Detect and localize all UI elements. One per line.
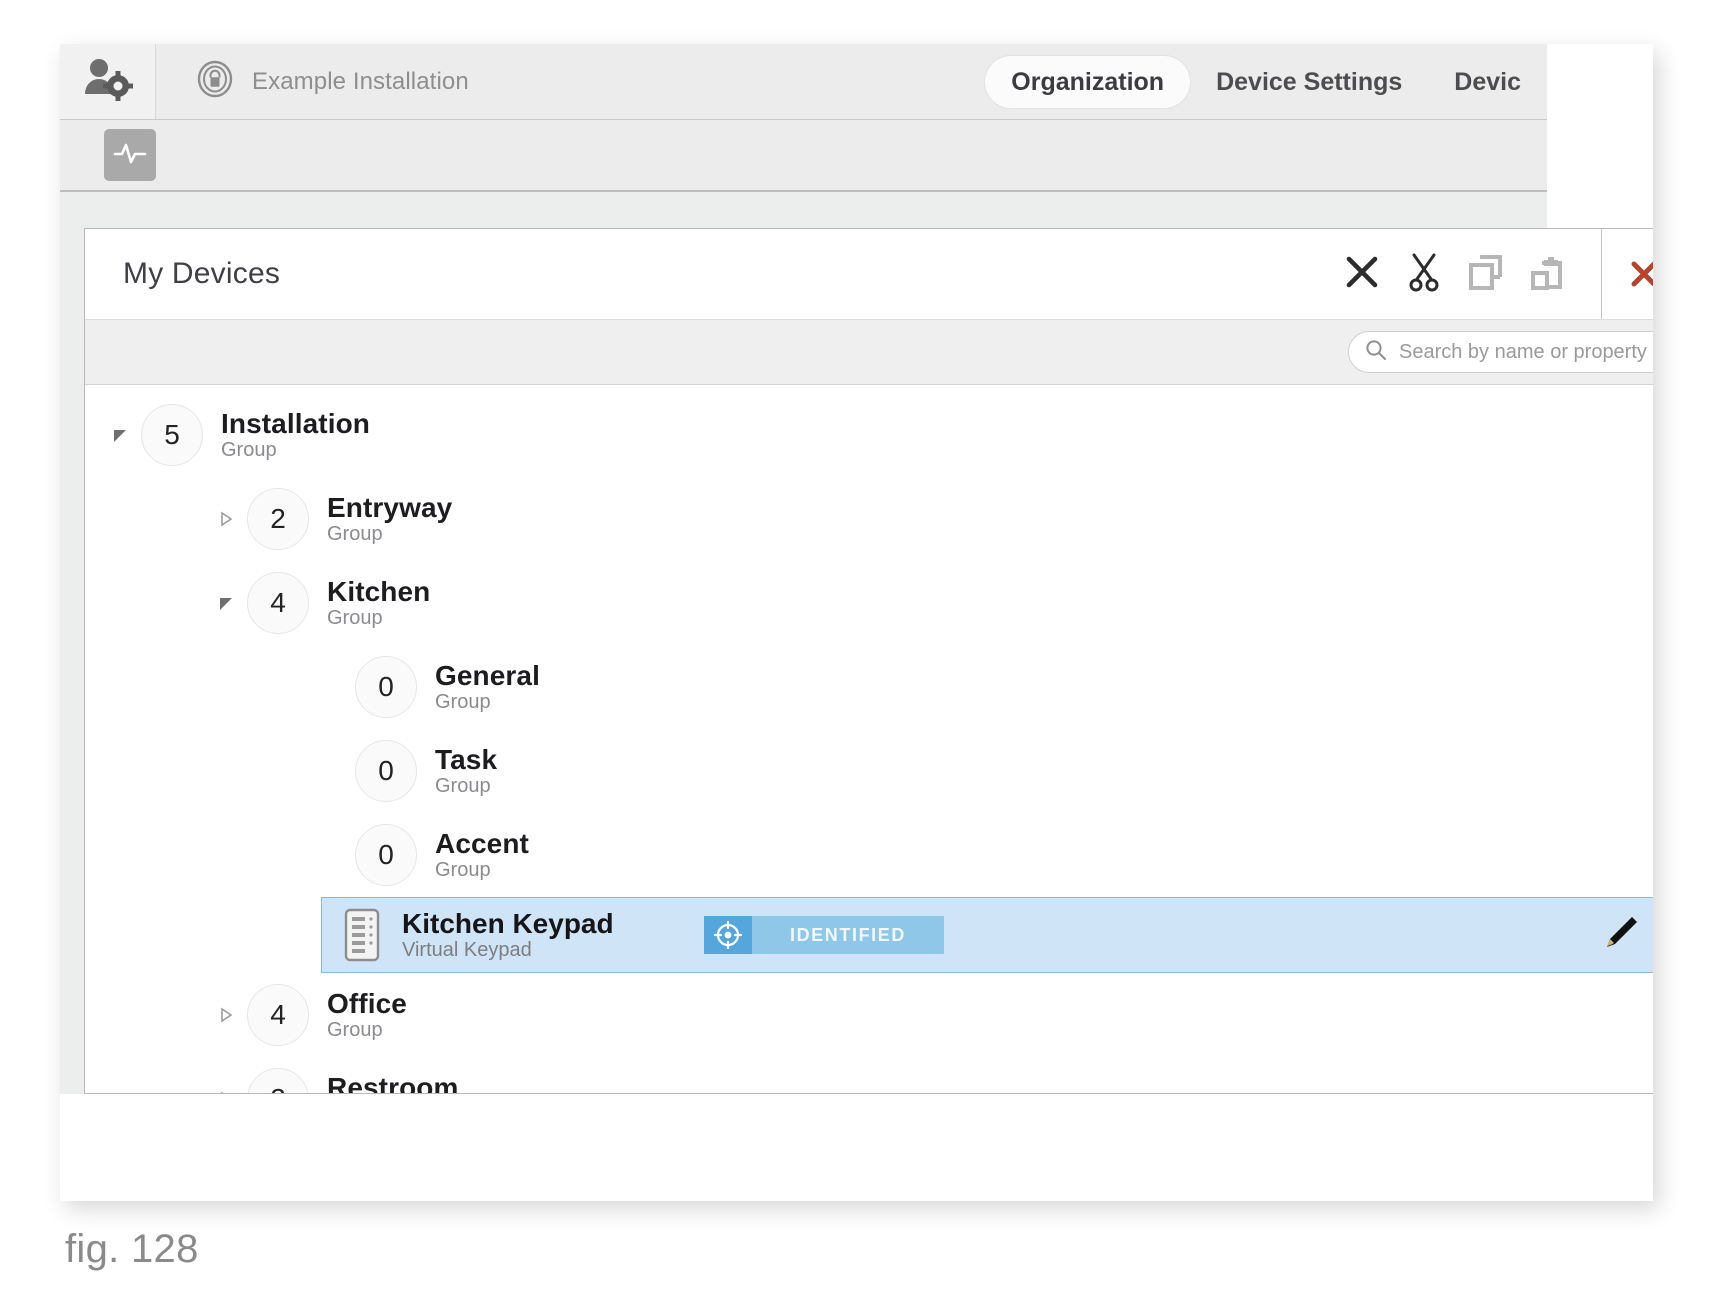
panel-toolbar — [1331, 229, 1653, 319]
node-name: Restroom — [327, 1072, 459, 1093]
pencil-icon — [1601, 913, 1641, 958]
node-count-badge: 0 — [355, 740, 417, 802]
figure-card: Example Installation Organization Device… — [60, 44, 1653, 1201]
search-input[interactable] — [1397, 339, 1653, 365]
tree-node-general[interactable]: 0 General Group — [85, 645, 1653, 729]
tree-row-kitchen-keypad[interactable]: Kitchen Keypad Virtual Keypad IDENTIFIED — [321, 897, 1653, 973]
device-tree-container: 5 Installation Group 2 Entryway Group 4 … — [85, 385, 1653, 1093]
node-label-group: Restroom Group — [327, 1073, 459, 1093]
node-type: Group — [435, 775, 491, 798]
activity-monitor-button[interactable] — [104, 129, 156, 181]
cut-icon — [1405, 252, 1443, 297]
tab-organization[interactable]: Organization — [985, 55, 1191, 108]
top-navigation-bar: Example Installation Organization Device… — [60, 44, 1547, 120]
node-count-badge: 0 — [355, 656, 417, 718]
node-type: Group — [435, 859, 491, 882]
toolbar-divider — [1601, 229, 1602, 319]
cut-button[interactable] — [1393, 243, 1455, 305]
node-type: Group — [327, 523, 383, 546]
device-tree: 5 Installation Group 2 Entryway Group 4 … — [85, 385, 1653, 1093]
tree-node-task[interactable]: 0 Task Group — [85, 729, 1653, 813]
node-name: Installation — [221, 408, 370, 440]
node-type: Group — [327, 607, 383, 630]
node-count-badge: 2 — [247, 488, 309, 550]
edit-device-button[interactable] — [1599, 913, 1643, 957]
node-label-group: Entryway Group — [327, 493, 452, 545]
chevron-down-icon[interactable] — [107, 426, 133, 444]
node-label-group: Installation Group — [221, 409, 370, 461]
node-label-group: Accent Group — [435, 829, 529, 881]
device-label-group: Kitchen Keypad Virtual Keypad — [402, 909, 692, 961]
tab-device-settings[interactable]: Device Settings — [1190, 56, 1428, 108]
installation-indicator[interactable]: Example Installation — [156, 44, 469, 119]
paste-icon — [1529, 253, 1567, 296]
node-count-badge: 4 — [247, 572, 309, 634]
keypad-icon — [342, 907, 382, 963]
node-type: Group — [327, 1019, 383, 1042]
node-label-group: Office Group — [327, 989, 407, 1041]
user-settings-button[interactable] — [60, 44, 156, 119]
figure-caption: fig. 128 — [65, 1227, 199, 1271]
device-type: Virtual Keypad — [402, 939, 532, 962]
search-icon — [1365, 339, 1387, 366]
tree-node-accent[interactable]: 0 Accent Group — [85, 813, 1653, 897]
node-label-group: Task Group — [435, 745, 497, 797]
tab-devices-truncated[interactable]: Devic — [1428, 56, 1547, 108]
page-title: My Devices — [123, 257, 281, 290]
status-badge[interactable]: IDENTIFIED — [704, 916, 944, 954]
copy-button[interactable] — [1455, 243, 1517, 305]
node-name: Entryway — [327, 492, 453, 524]
node-count-badge: 4 — [247, 984, 309, 1046]
target-crosshair-icon — [704, 916, 752, 954]
nav-tab-list: Organization Device Settings Devic — [985, 44, 1547, 119]
my-devices-panel: My Devices Search by name or property 5 … — [84, 228, 1653, 1094]
chevron-right-icon[interactable] — [213, 1006, 239, 1024]
panel-search-bar — [85, 319, 1653, 385]
clear-errors-icon — [1628, 252, 1653, 297]
node-name: General — [435, 660, 540, 692]
chevron-down-icon[interactable] — [213, 594, 239, 612]
tree-node-office[interactable]: 4 Office Group — [85, 973, 1653, 1057]
panel-header: My Devices — [85, 229, 1653, 319]
node-name: Accent — [435, 828, 529, 860]
node-type: Group — [435, 691, 491, 714]
node-count-badge: 5 — [141, 404, 203, 466]
chevron-right-icon[interactable] — [213, 1090, 239, 1093]
installation-name: Example Installation — [252, 67, 469, 95]
screenshot-root: Example Installation Organization Device… — [0, 0, 1710, 1314]
node-label-group: General Group — [435, 661, 540, 713]
tree-node-entryway[interactable]: 2 Entryway Group — [85, 477, 1653, 561]
user-settings-icon — [83, 56, 133, 107]
device-name: Kitchen Keypad — [402, 908, 614, 940]
activity-pulse-icon — [113, 140, 147, 171]
lock-badge-icon — [196, 60, 234, 103]
node-name: Task — [435, 744, 498, 776]
secondary-toolbar — [60, 120, 1547, 192]
delete-button[interactable] — [1331, 243, 1393, 305]
copy-icon — [1467, 253, 1505, 296]
delete-icon — [1343, 253, 1381, 296]
status-badge-label: IDENTIFIED — [752, 916, 944, 954]
node-count-badge: 0 — [355, 824, 417, 886]
paste-button[interactable] — [1517, 243, 1579, 305]
node-name: Kitchen — [327, 576, 431, 608]
tree-node-kitchen[interactable]: 4 Kitchen Group — [85, 561, 1653, 645]
tree-node-restroom[interactable]: 2 Restroom Group — [85, 1057, 1653, 1093]
clear-errors-button[interactable] — [1616, 243, 1653, 305]
chevron-right-icon[interactable] — [213, 510, 239, 528]
tree-node-installation[interactable]: 5 Installation Group — [85, 393, 1653, 477]
node-type: Group — [221, 439, 277, 462]
node-count-badge: 2 — [247, 1068, 309, 1093]
node-label-group: Kitchen Group — [327, 577, 430, 629]
node-name: Office — [327, 988, 407, 1020]
search-field[interactable] — [1348, 331, 1653, 373]
